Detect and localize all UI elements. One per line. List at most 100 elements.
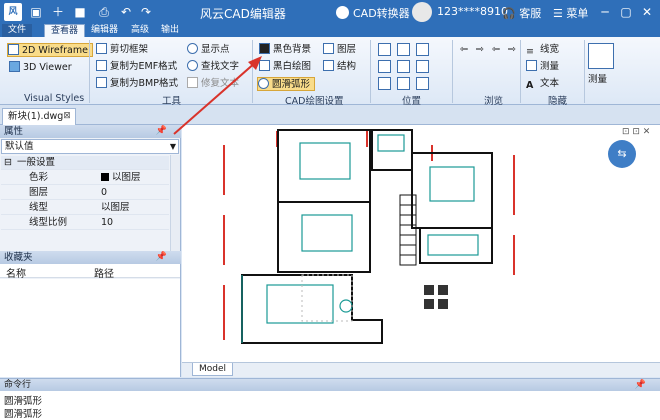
structure-label: 结构 [337,61,357,72]
pin-icon[interactable]: 📌 [156,251,167,264]
prev-view-button[interactable]: ⇦ [460,43,468,57]
fit-icon[interactable] [378,60,391,73]
open-icon[interactable]: ▣ [28,4,44,20]
model-tab[interactable]: Model [192,363,234,376]
favorites-col-name[interactable]: 名称 [6,265,26,280]
command-history-line: 圆滑弧形 [4,409,43,420]
favorites-columns: 名称 路径 [0,264,180,280]
menu-button[interactable]: ☰ 菜单 [553,5,588,21]
clip-frame-button[interactable]: 剪切框架 [96,43,148,57]
properties-panel: 属性 📌 默认值 ▼ ⊟ 一般设置 色彩 以图层 图层 0 线型 以图层 线型比例 10… [0,125,181,377]
favorites-list[interactable] [0,279,180,377]
select-icon[interactable] [378,43,391,56]
linewidth-button[interactable]: ≡ 线宽 [526,43,559,57]
structure-button[interactable]: 结构 [323,60,356,74]
tab-file[interactable]: 文件 [2,24,33,37]
ribbon-separator [584,40,585,103]
properties-title: 属性 [4,126,24,137]
copy-icon [96,60,107,71]
text-label: 文本 [540,78,560,89]
redo-icon[interactable]: ↷ [138,4,154,20]
viewer-3d-button[interactable]: 3D Viewer [9,61,72,75]
tab-advanced[interactable]: 高级 [125,24,155,37]
canvas-window-controls[interactable]: ⊡ ⊡ ✕ [622,127,650,137]
ribbon-separator [370,40,371,103]
close-icon[interactable]: ⊠ [62,111,72,121]
cad-converter-button[interactable]: CAD转换器 [336,5,410,21]
ribbon-separator [520,40,521,103]
linewidth-icon: ≡ [526,46,534,57]
copy-emf-button[interactable]: 复制为EMF格式 [96,60,177,74]
measure-small-button[interactable]: 测量 [526,60,559,74]
browse-button[interactable]: ⇦ [492,43,500,57]
clip-icon [96,43,107,54]
kitchen-counter [427,234,479,256]
zoom-in-icon[interactable] [416,43,429,56]
service-button[interactable]: 🎧 客服 [502,5,541,21]
undo-icon[interactable]: ↶ [118,4,134,20]
stove [424,285,434,295]
dining-wall [277,201,371,273]
property-row[interactable]: 图层 0 [1,186,169,200]
favorites-col-path[interactable]: 路径 [94,265,114,280]
new-icon[interactable]: ＋ [50,4,66,20]
wireframe-2d-button[interactable]: 2D Wireframe [7,43,93,57]
layers-button[interactable]: 图层 [323,43,356,57]
text-button[interactable]: A 文本 [526,77,559,91]
properties-scrollbar[interactable] [170,155,180,255]
pan-icon[interactable] [416,77,429,90]
property-row[interactable]: 线型比例 10 [1,216,169,230]
property-value: 10 [101,217,114,228]
group-label-visual-styles: Visual Styles [24,93,85,104]
wireframe-label: 2D Wireframe [22,45,88,56]
command-header: 命令行 📌 [0,379,660,391]
property-group-label: 一般设置 [17,157,56,168]
stove [438,299,448,309]
zoom-window-icon[interactable] [397,43,410,56]
measure-big-button[interactable]: 测量 [588,73,607,87]
floor-plan-drawing [223,129,515,344]
stove [424,299,434,309]
copy-icon [96,77,107,88]
close-button[interactable]: ✕ [638,3,656,21]
copy-bmp-button[interactable]: 复制为BMP格式 [96,77,178,91]
avatar[interactable] [412,2,432,22]
translate-icon[interactable]: ⇆ [608,140,636,168]
properties-select[interactable]: 默认值 ▼ [1,139,179,154]
favorites-header: 收藏夹 📌 [0,251,181,264]
ruler-icon[interactable] [588,43,614,69]
drawing-canvas[interactable]: ⇆ ⊡ ⊡ ✕ [182,125,660,375]
structure-icon [323,60,334,71]
clip-label: 剪切框架 [110,44,149,55]
browse-next-button[interactable]: ⇨ [508,43,516,57]
property-key: 图层 [29,187,49,198]
pin-icon[interactable]: 📌 [635,379,646,391]
document-tab[interactable]: 新块(1).dwg ⊠ [2,108,76,125]
save-icon[interactable]: ■ [72,4,88,20]
property-group[interactable]: ⊟ 一般设置 [1,156,169,170]
property-row[interactable]: 线型 以图层 [1,201,169,215]
tab-output[interactable]: 输出 [155,24,185,37]
zoom-out-icon[interactable] [416,60,429,73]
print-icon[interactable]: ⎙ [96,4,112,20]
command-panel: 命令行 📌 圆滑弧形 圆滑弧形 [0,378,660,420]
measure-small-label: 测量 [540,61,560,72]
rotate-icon[interactable] [378,77,391,90]
minimize-button[interactable]: ─ [596,3,614,21]
user-name[interactable]: 123****8910 [437,5,508,18]
app-title: 风云CAD编辑器 [200,7,286,21]
pin-icon[interactable]: 📌 [156,125,167,138]
collapse-icon[interactable]: ⊟ [4,156,12,170]
tab-viewer[interactable]: 查看器 [44,24,86,37]
ribbon-separator [89,40,90,103]
property-row[interactable]: 色彩 以图层 [1,171,169,185]
mirror-icon[interactable] [397,77,410,90]
tab-editor[interactable]: 编辑器 [85,24,124,37]
layers-icon [323,43,334,54]
zoom-extents-icon[interactable] [397,60,410,73]
next-view-button[interactable]: ⇨ [476,43,484,57]
measure-icon [526,60,537,71]
converter-icon [336,6,349,19]
restore-button[interactable]: ▢ [617,3,635,21]
properties-header: 属性 📌 [0,125,181,138]
